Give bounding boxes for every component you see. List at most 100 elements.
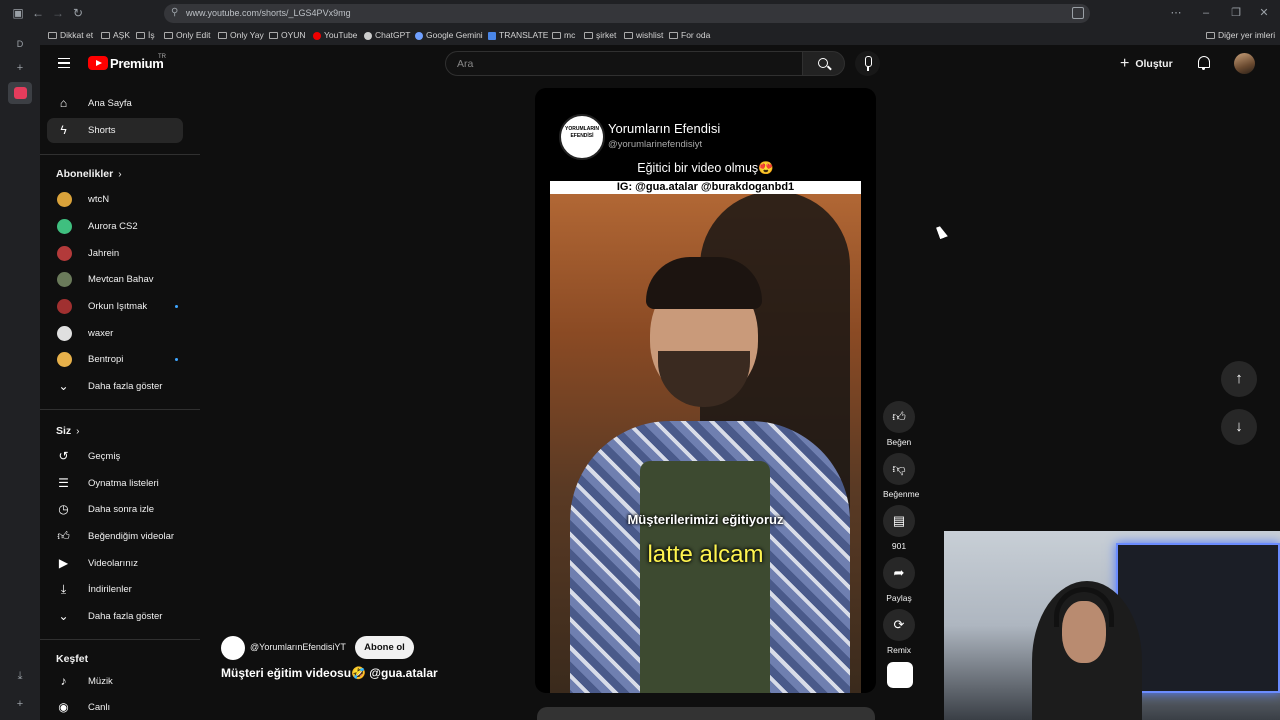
avatar[interactable] [1234,53,1255,74]
translate-icon [488,31,496,40]
folder-icon [669,32,678,39]
show-more-you[interactable]: ⌄ Daha fazla göster [47,604,183,629]
bookmark-item[interactable]: AŞK [101,29,130,42]
remix-button[interactable]: ⟳ Remix [883,609,915,655]
youtube-logo-icon[interactable] [88,56,108,70]
restore-icon[interactable]: ❐ [1228,5,1244,21]
bookmark-item[interactable]: wishlist [624,29,663,42]
chatgpt-icon [364,31,372,40]
site-info-icon[interactable]: ⚲ [171,7,183,19]
create-label: Oluştur [1135,58,1173,70]
short-title[interactable]: Müşteri eğitim videosu🤣 @gua.atalar [221,666,438,680]
bookmark-item[interactable]: Google Gemini [415,29,483,42]
sidebar-item-your-videos[interactable]: ▶ Videolarınız [47,551,183,576]
plus-icon: + [1120,55,1130,72]
channel-avatar[interactable] [221,636,245,660]
home-icon: ⌂ [59,96,68,110]
you-heading[interactable]: Siz › [56,425,80,437]
video-subtitle-2: latte alcam [647,541,764,568]
search-button[interactable] [802,51,845,76]
youtube-panel-icon[interactable] [14,87,27,99]
add-panel-icon[interactable]: + [12,60,28,76]
arrow-up-icon: ↑ [1235,370,1243,387]
share-button[interactable]: ➦ Paylaş [883,557,915,603]
minimize-icon[interactable]: – [1198,5,1214,21]
other-bookmarks[interactable]: Diğer yer imleri [1206,29,1275,42]
sidebar-item-downloads[interactable]: ⤓ İndirilenler [47,577,183,602]
sidebar-item-shorts[interactable]: ϟ Shorts [47,118,183,143]
address-bar[interactable]: ⚲ www.youtube.com/shorts/_LGS4PVx9mg [164,4,1090,23]
reader-mode-icon[interactable] [1072,7,1084,19]
bookmark-item[interactable]: OYUN [269,29,306,42]
channel-avatar [57,192,72,207]
downloads-icon[interactable]: ⤓ [12,668,28,684]
sidebar-item-music[interactable]: ♪ Müzik [47,669,183,694]
bookmark-item[interactable]: mc [552,29,575,42]
bookmark-item[interactable]: TRANSLATE [488,29,548,42]
bookmark-item[interactable]: şirket [584,29,616,42]
history-icon: ↺ [58,449,69,463]
chevron-down-icon: ⌄ [58,379,69,393]
sidebar-toggle-icon[interactable]: ▣ [10,5,26,21]
previous-short-button[interactable]: ↑ [1221,361,1257,397]
folder-icon [101,32,110,39]
bookmark-item[interactable]: Only Edit [164,29,211,42]
logo-country: TR [158,54,166,60]
more-icon[interactable]: ⋯ [1168,5,1184,21]
sidebar-item-watch-later[interactable]: ◷ Daha sonra izle [47,497,183,522]
back-icon[interactable]: ← [30,5,46,21]
sidebar-item-liked[interactable]: 👍︎ Beğendiğim videolar [47,524,183,549]
meta-channel-name[interactable]: @YorumlarınEfendisiYT [250,642,346,652]
sidebar-item-live[interactable]: ◉ Canlı [47,695,183,720]
gemini-icon [415,31,423,40]
channel-avatar [57,246,72,261]
menu-icon[interactable] [58,58,70,68]
forward-icon[interactable]: → [50,5,66,21]
search-input[interactable]: Ara [445,51,803,76]
bookmark-item[interactable]: Only Yay [218,29,264,42]
sidebar-channel[interactable]: Bentropi [47,347,183,372]
share-icon: ➦ [883,557,915,589]
search-icon [818,58,828,68]
sidebar-channel[interactable]: Mevtcan Bahav [47,267,183,292]
comments-button[interactable]: ▤ 901 [883,505,915,551]
video-frame[interactable]: Müşterilerimizi eğitiyoruz latte alcam [550,181,861,693]
like-button[interactable]: 👍︎ Beğen [883,401,915,447]
bookmark-item[interactable]: ChatGPT [364,29,410,42]
audio-source-avatar[interactable] [887,662,913,688]
sidebar-channel[interactable]: Aurora CS2 [47,214,183,239]
notifications-bell-icon[interactable] [1198,56,1210,70]
channel-avatar [57,326,72,341]
add-icon[interactable]: + [12,696,28,712]
sidebar-channel[interactable]: Jahrein [47,241,183,266]
sidebar-item-playlists[interactable]: ☰ Oynatma listeleri [47,471,183,496]
video-subtitle-1: Müşterilerimizi eğitiyoruz [627,512,784,527]
show-more-subscriptions[interactable]: ⌄ Daha fazla göster [47,374,183,399]
sidebar-channel[interactable]: wtcN [47,187,183,212]
next-short-preview[interactable] [537,707,875,720]
create-button[interactable]: + Oluştur [1120,53,1173,75]
subscriptions-heading[interactable]: Abonelikler › [56,168,122,180]
sidebar-channel[interactable]: Orkun Işıtmak [47,294,183,319]
bookmark-item[interactable]: YouTube [313,29,357,42]
sidebar-item-history[interactable]: ↺ Geçmiş [47,444,183,469]
reload-icon[interactable]: ↻ [70,5,86,21]
profile-icon[interactable]: D [12,36,28,52]
bookmark-item[interactable]: Dikkat et [48,29,93,42]
sidebar-item-home[interactable]: ⌂ Ana Sayfa [47,91,183,116]
new-content-dot [175,358,178,361]
logo-text[interactable]: Premium [110,56,164,71]
dislike-button[interactable]: 👎︎ Beğenme [883,453,919,499]
folder-icon [1206,32,1215,39]
sidebar-channel[interactable]: waxer [47,321,183,346]
bookmark-item[interactable]: For oda [669,29,710,42]
bookmark-item[interactable]: İş [136,29,155,42]
caption-top: Eğitici bir video olmuş😍 [637,161,774,175]
divider [40,154,200,155]
chevron-down-icon: ⌄ [58,609,69,623]
next-short-button[interactable]: ↓ [1221,409,1257,445]
close-icon[interactable]: ✕ [1256,5,1272,21]
shorts-player[interactable]: YORUMLARIN EFENDİSİ Yorumların Efendisi … [535,88,876,693]
subscribe-button[interactable]: Abone ol [355,636,414,659]
voice-search-button[interactable] [855,51,880,76]
